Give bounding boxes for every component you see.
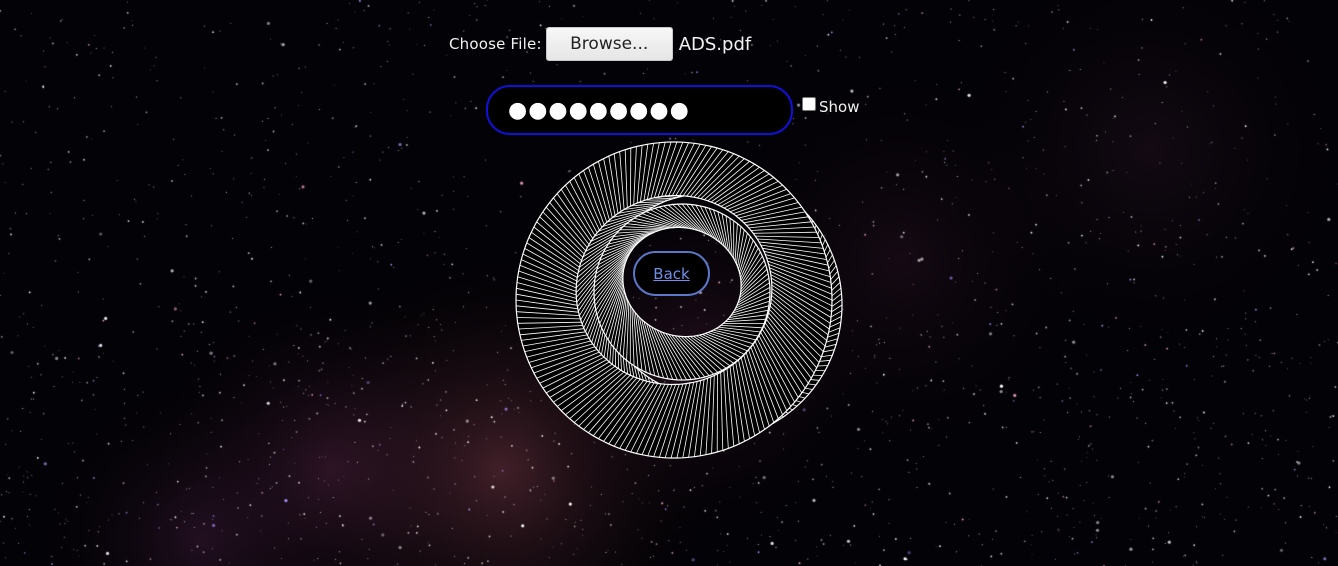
torus-ribbon	[515, 141, 833, 459]
back-link[interactable]: Back	[633, 251, 710, 296]
